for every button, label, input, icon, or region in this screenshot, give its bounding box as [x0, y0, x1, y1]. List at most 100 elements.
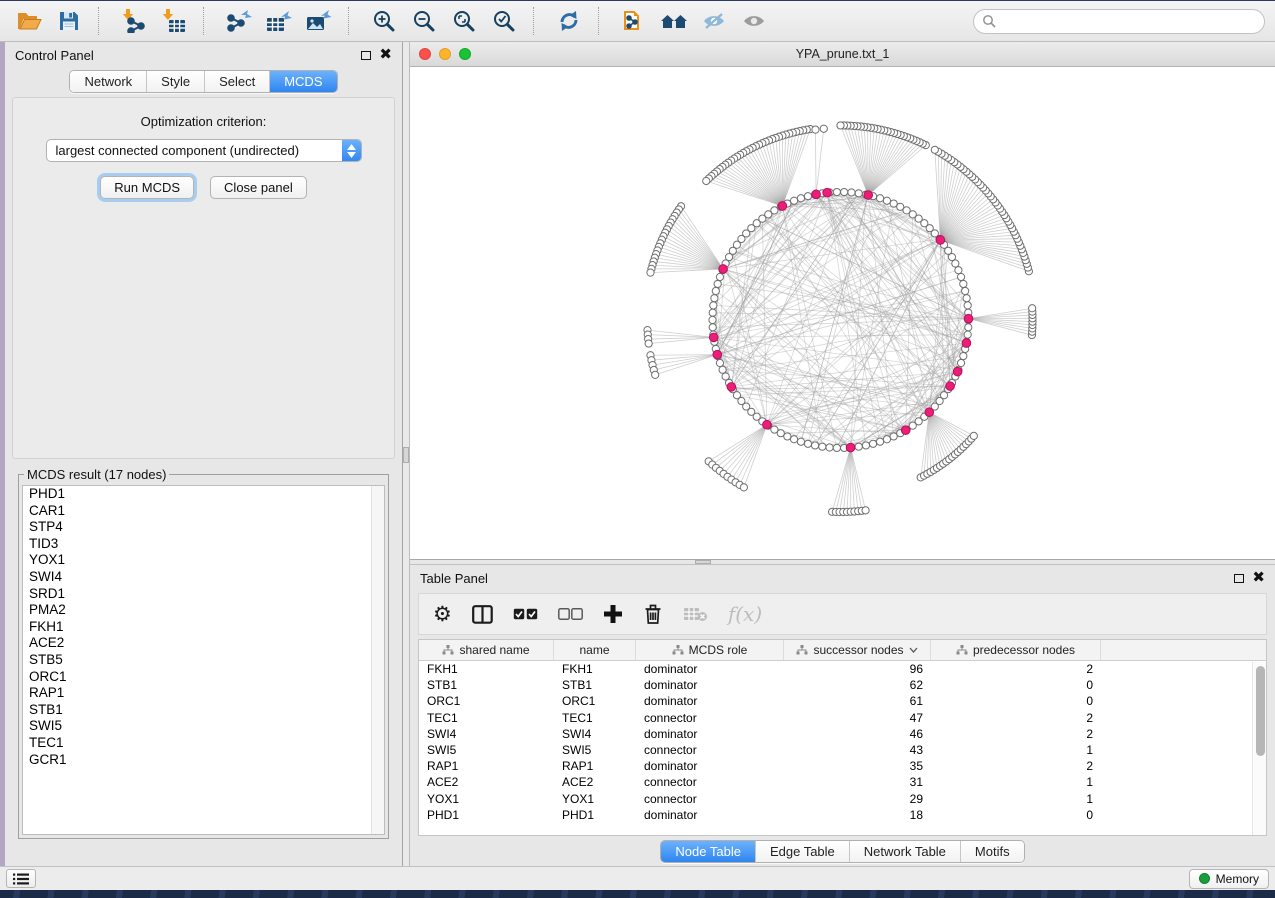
table-row[interactable]: PHD1PHD1dominator180: [419, 807, 1266, 823]
export-network-button[interactable]: [220, 5, 258, 37]
mcds-result-item[interactable]: STB1: [23, 702, 384, 719]
network-titlebar[interactable]: YPA_prune.txt_1: [410, 42, 1275, 67]
mcds-result-item[interactable]: SRD1: [23, 586, 384, 603]
mcds-result-item[interactable]: TID3: [23, 536, 384, 553]
table-row[interactable]: STB1STB1dominator620: [419, 677, 1266, 693]
zoom-fit-button[interactable]: [445, 5, 483, 37]
zoom-selected-button[interactable]: [485, 5, 523, 37]
mcds-result-item[interactable]: RAP1: [23, 685, 384, 702]
table-row[interactable]: SWI4SWI4dominator462: [419, 726, 1266, 742]
tab-motifs[interactable]: Motifs: [960, 841, 1024, 862]
column-header-successor-nodes[interactable]: successor nodes: [784, 640, 931, 660]
criterion-dropdown[interactable]: largest connected component (undirected): [46, 139, 362, 162]
tab-network-table[interactable]: Network Table: [849, 841, 960, 862]
criterion-dropdown-value: largest connected component (undirected): [47, 143, 342, 158]
mcds-result-item[interactable]: GCR1: [23, 752, 384, 769]
search-input[interactable]: [1001, 14, 1256, 28]
tab-select[interactable]: Select: [204, 71, 269, 92]
network-window: YPA_prune.txt_1: [410, 42, 1275, 560]
table-row[interactable]: RAP1RAP1dominator352: [419, 758, 1266, 774]
table-cell: ORC1: [419, 694, 554, 708]
mcds-result-item[interactable]: CAR1: [23, 503, 384, 520]
table-row[interactable]: ACE2ACE2connector311: [419, 774, 1266, 790]
horizontal-splitter[interactable]: [410, 560, 1275, 565]
mcds-result-item[interactable]: FKH1: [23, 619, 384, 636]
splitter-grip[interactable]: [695, 560, 711, 564]
column-layout-icon[interactable]: [472, 605, 493, 624]
mcds-result-item[interactable]: TEC1: [23, 735, 384, 752]
mcds-result-item[interactable]: STP4: [23, 519, 384, 536]
export-table-button[interactable]: [260, 5, 298, 37]
float-panel-icon[interactable]: [361, 51, 371, 60]
table-scrollbar[interactable]: [1252, 662, 1266, 835]
memory-button[interactable]: Memory: [1189, 869, 1269, 889]
save-session-button[interactable]: [50, 5, 88, 37]
show-all-button[interactable]: [735, 5, 773, 37]
search-field[interactable]: [973, 9, 1265, 34]
toolbar-separator: [203, 7, 211, 35]
network-graph[interactable]: [410, 67, 1275, 559]
mcds-result-item[interactable]: PMA2: [23, 602, 384, 619]
tab-node-table[interactable]: Node Table: [661, 841, 755, 862]
zoom-out-button[interactable]: [405, 5, 443, 37]
table-cell: ACE2: [419, 775, 554, 789]
column-label: predecessor nodes: [973, 643, 1075, 657]
tab-edge-table[interactable]: Edge Table: [755, 841, 849, 862]
tab-network[interactable]: Network: [70, 71, 146, 92]
task-list-icon: [13, 873, 29, 885]
delete-columns-trash-icon[interactable]: [643, 603, 663, 625]
mcds-result-item[interactable]: YOX1: [23, 552, 384, 569]
close-panel-icon[interactable]: ✖: [1252, 573, 1265, 583]
close-panel-icon[interactable]: ✖: [379, 50, 392, 60]
float-panel-icon[interactable]: [1234, 574, 1244, 583]
mcds-result-item[interactable]: ORC1: [23, 669, 384, 686]
mcds-result-list[interactable]: PHD1CAR1STP4TID3YOX1SWI4SRD1PMA2FKH1ACE2…: [22, 485, 385, 835]
tab-style[interactable]: Style: [146, 71, 204, 92]
table-cell: FKH1: [554, 662, 636, 676]
task-history-button[interactable]: [6, 869, 36, 888]
sort-chevron-icon: [909, 647, 918, 653]
open-file-button[interactable]: [10, 5, 48, 37]
table-toolbar: ⚙: [418, 593, 1267, 635]
column-header-name[interactable]: name: [554, 640, 636, 660]
mcds-result-item[interactable]: ACE2: [23, 635, 384, 652]
mcds-result-item[interactable]: SWI5: [23, 718, 384, 735]
table-row[interactable]: YOX1YOX1connector291: [419, 791, 1266, 807]
refresh-button[interactable]: [550, 5, 588, 37]
column-header-predecessor-nodes[interactable]: predecessor nodes: [931, 640, 1101, 660]
mcds-result-item[interactable]: PHD1: [23, 486, 384, 503]
column-header-MCDS-role[interactable]: MCDS role: [636, 640, 784, 660]
tab-mcds[interactable]: MCDS: [269, 71, 336, 92]
network-canvas[interactable]: [410, 67, 1275, 559]
splitter-grip[interactable]: [403, 447, 409, 463]
column-header-shared-name[interactable]: shared name: [419, 640, 554, 660]
column-label: successor nodes: [813, 643, 903, 657]
table-row[interactable]: SWI5SWI5connector431: [419, 742, 1266, 758]
mcds-result-item[interactable]: STB5: [23, 652, 384, 669]
select-all-icon[interactable]: [513, 608, 538, 620]
close-panel-button[interactable]: Close panel: [210, 176, 307, 199]
table-row[interactable]: FKH1FKH1dominator962: [419, 661, 1266, 677]
table-row[interactable]: TEC1TEC1connector472: [419, 710, 1266, 726]
mcds-result-title: MCDS result (17 nodes): [24, 467, 169, 482]
hide-selected-button[interactable]: [695, 5, 733, 37]
deselect-all-icon[interactable]: [558, 608, 583, 620]
import-table-button[interactable]: [155, 5, 193, 37]
scrollbar-thumb[interactable]: [1256, 666, 1265, 756]
table-row[interactable]: ORC1ORC1dominator610: [419, 693, 1266, 709]
table-cell: SWI4: [419, 727, 554, 741]
mcds-result-item[interactable]: SWI4: [23, 569, 384, 586]
vertical-splitter[interactable]: [403, 42, 410, 866]
list-scrollbar[interactable]: [371, 486, 384, 834]
new-network-from-selection-button[interactable]: [615, 5, 653, 37]
add-column-icon[interactable]: [603, 604, 623, 624]
export-network-icon: [226, 9, 253, 33]
run-mcds-button[interactable]: Run MCDS: [100, 176, 194, 199]
dropdown-stepper-icon: [342, 139, 361, 162]
zoom-in-button[interactable]: [365, 5, 403, 37]
settings-gear-icon[interactable]: ⚙: [433, 602, 452, 626]
first-neighbors-button[interactable]: [655, 5, 693, 37]
table-cell: 1: [931, 792, 1101, 806]
export-image-button[interactable]: [300, 5, 338, 37]
import-network-button[interactable]: [115, 5, 153, 37]
